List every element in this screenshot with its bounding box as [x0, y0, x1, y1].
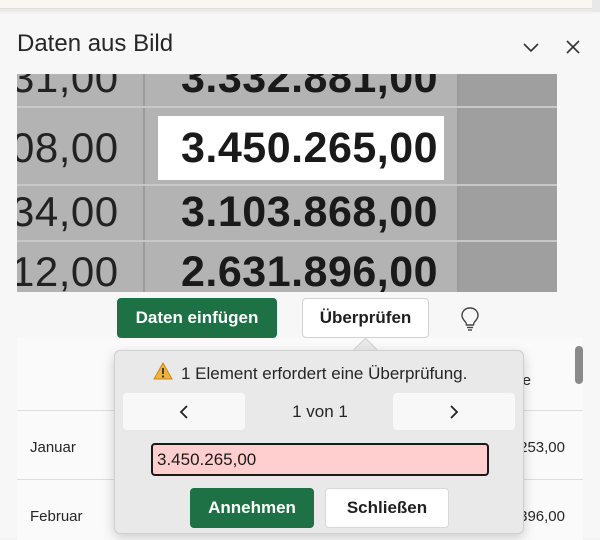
image-number: 34,00: [17, 188, 119, 235]
row-label: Februar: [30, 508, 83, 525]
row-value: 396,00: [519, 508, 565, 525]
image-number: 2.631.896,00: [181, 248, 439, 292]
chevron-down-icon[interactable]: [520, 36, 542, 58]
warning-message: 1 Element erfordert eine Überprüfung.: [181, 363, 468, 383]
warning-icon: [153, 361, 173, 385]
insert-data-button[interactable]: Daten einfügen: [117, 298, 277, 338]
image-number: 31,00: [17, 74, 119, 101]
review-warning: 1 Element erfordert eine Überprüfung.: [153, 361, 468, 385]
window-top-strip: [0, 0, 600, 12]
image-number: 08,00: [17, 124, 119, 171]
value-field[interactable]: [151, 443, 489, 476]
chevron-left-icon: [179, 404, 188, 419]
captured-image-preview: 31,00 3.332.881,00 08,00 3.450.265,00 34…: [17, 74, 557, 292]
row-label: Januar: [30, 439, 76, 456]
top-strip-inner: [0, 0, 592, 9]
lightbulb-icon[interactable]: [458, 306, 482, 332]
image-grid-line: [17, 106, 557, 108]
previous-button[interactable]: [123, 393, 245, 430]
image-number-highlighted: 3.450.265,00: [181, 124, 439, 172]
review-popup: 1 Element erfordert eine Überprüfung. 1 …: [114, 350, 524, 534]
image-number: 12,00: [17, 248, 119, 292]
chevron-right-icon: [450, 404, 459, 419]
next-button[interactable]: [393, 393, 515, 430]
image-number: 3.332.881,00: [181, 74, 439, 102]
pane-title: Daten aus Bild: [17, 30, 174, 57]
row-value: 253,00: [519, 439, 565, 456]
close-review-button[interactable]: Schließen: [325, 488, 449, 528]
review-button[interactable]: Überprüfen: [302, 298, 429, 338]
accept-button[interactable]: Annehmen: [190, 488, 314, 528]
image-number: 3.103.868,00: [181, 188, 439, 236]
image-grid-line: [17, 240, 557, 242]
scrollbar-thumb[interactable]: [575, 346, 583, 384]
close-icon[interactable]: [562, 36, 584, 58]
review-counter: 1 von 1: [292, 402, 348, 421]
image-grid-line: [17, 184, 557, 186]
